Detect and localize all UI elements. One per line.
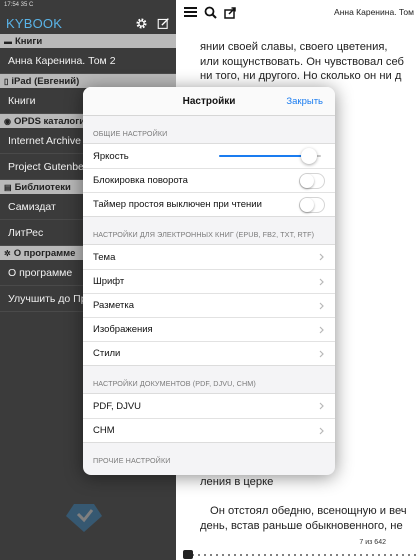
- general-settings-group: Яркость Блокировка поворота Таймер прост…: [83, 143, 335, 217]
- menu-icon[interactable]: [182, 4, 198, 20]
- section-title: Библиотеки: [14, 181, 71, 193]
- other-settings-header: ПРОЧИЕ НАСТРОЙКИ: [93, 456, 171, 465]
- settings-item-layout[interactable]: Разметка: [83, 293, 335, 317]
- gear-icon: ✲: [4, 248, 11, 258]
- text-line: день, встав раньше обыкновенного, не: [200, 519, 403, 532]
- gear-icon[interactable]: [134, 16, 148, 30]
- section-device: ▯ iPad (Евгений): [0, 74, 176, 88]
- globe-icon: ◉: [4, 116, 11, 126]
- progress-track: [184, 554, 416, 556]
- text-line: ления в церке: [200, 476, 274, 488]
- book-title: Анна Каренина. Том: [334, 7, 414, 17]
- text-line: Он отстоял обедню, всенощную и веч: [210, 505, 407, 517]
- settings-item-label: Разметка: [93, 300, 135, 311]
- toggle-thumb: [300, 173, 314, 188]
- section-title: О программе: [13, 247, 76, 259]
- page-counter: 7 из 642: [359, 539, 386, 546]
- settings-item-label: PDF, DJVU: [93, 400, 142, 412]
- settings-item-styles[interactable]: Стили: [83, 341, 335, 365]
- close-button[interactable]: Закрыть: [286, 96, 323, 107]
- settings-item-label: Шрифт: [93, 276, 125, 287]
- chevron-right-icon: [317, 252, 325, 262]
- section-title: iPad (Евгений): [11, 75, 80, 87]
- tablet-icon: ▯: [4, 76, 9, 86]
- text-line: [200, 490, 420, 505]
- brightness-slider[interactable]: [219, 148, 321, 164]
- sidebar-item-book[interactable]: Анна Каренина. Том 2: [0, 48, 176, 74]
- idle-timer-row[interactable]: Таймер простоя выключен при чтении: [83, 192, 335, 216]
- settings-item-chm[interactable]: CHM: [83, 418, 335, 442]
- settings-item-pdf-djvu[interactable]: PDF, DJVU: [83, 394, 335, 418]
- settings-item-label: CHM: [93, 425, 115, 436]
- brightness-thumb[interactable]: [300, 148, 317, 164]
- settings-item-label: Стили: [93, 348, 121, 359]
- reader-toolbar: Анна Каренина. Том: [176, 0, 420, 24]
- toggle-thumb: [300, 197, 314, 212]
- settings-item-label: Тема: [93, 251, 116, 263]
- chevron-right-icon: [317, 426, 325, 436]
- book-icon: ▬: [4, 36, 12, 46]
- edit-icon[interactable]: [156, 16, 170, 30]
- text-line: янии своей славы, своего цветения,: [200, 41, 388, 53]
- rotation-lock-toggle[interactable]: [299, 172, 325, 189]
- chevron-right-icon: [317, 325, 325, 335]
- chevron-right-icon: [317, 277, 325, 287]
- text-line: ни того, ни другого. Но сколько он ни д: [200, 70, 402, 82]
- app-title: KYBOOK: [6, 15, 63, 31]
- idle-timer-label: Таймер простоя выключен при чтении: [93, 199, 262, 210]
- document-settings-group: PDF, DJVU CHM: [83, 393, 335, 443]
- chevron-right-icon: [317, 401, 325, 411]
- general-settings-header: ОБЩИЕ НАСТРОЙКИ: [93, 129, 168, 138]
- progress-knob[interactable]: [182, 550, 193, 559]
- share-icon[interactable]: [222, 4, 238, 20]
- ebook-settings-header: НАСТРОЙКИ ДЛЯ ЭЛЕКТРОННЫХ КНИГ (EPUB, FB…: [93, 230, 315, 239]
- search-icon[interactable]: [202, 4, 218, 20]
- rotation-lock-label: Блокировка поворота: [93, 175, 188, 186]
- popover-header: Настройки Закрыть: [83, 87, 335, 116]
- chevron-right-icon: [317, 349, 325, 359]
- settings-item-font[interactable]: Шрифт: [83, 269, 335, 293]
- settings-popover: Настройки Закрыть ОБЩИЕ НАСТРОЙКИ Яркост…: [83, 87, 335, 475]
- status-bar: 17:54 35 C: [4, 2, 34, 8]
- settings-item-theme[interactable]: Тема: [83, 245, 335, 269]
- section-books: ▬ Книги: [0, 34, 176, 48]
- brightness-fill: [219, 155, 309, 157]
- settings-item-images[interactable]: Изображения: [83, 317, 335, 341]
- settings-item-label: Изображения: [93, 324, 153, 335]
- watermark-logo: [56, 500, 112, 536]
- section-title: Книги: [15, 35, 43, 47]
- progress-slider[interactable]: [182, 550, 416, 559]
- text-line: или кощунствовать. Он чувствовал себ: [200, 55, 404, 68]
- rotation-lock-row[interactable]: Блокировка поворота: [83, 168, 335, 192]
- sidebar-toolbar: KYBOOK: [0, 12, 176, 34]
- chevron-right-icon: [317, 301, 325, 311]
- reader-footer: 7 из 642: [176, 538, 420, 560]
- ebook-settings-group: Тема Шрифт Разметка Изображения Стили: [83, 244, 335, 366]
- idle-timer-toggle[interactable]: [299, 196, 325, 213]
- document-settings-header: НАСТРОЙКИ ДОКУМЕНТОВ (PDF, DJVU, CHM): [93, 379, 256, 388]
- library-icon: ▤: [4, 182, 12, 192]
- popover-title: Настройки: [182, 95, 236, 107]
- brightness-row: Яркость: [83, 144, 335, 168]
- section-title: OPDS каталоги: [13, 115, 86, 127]
